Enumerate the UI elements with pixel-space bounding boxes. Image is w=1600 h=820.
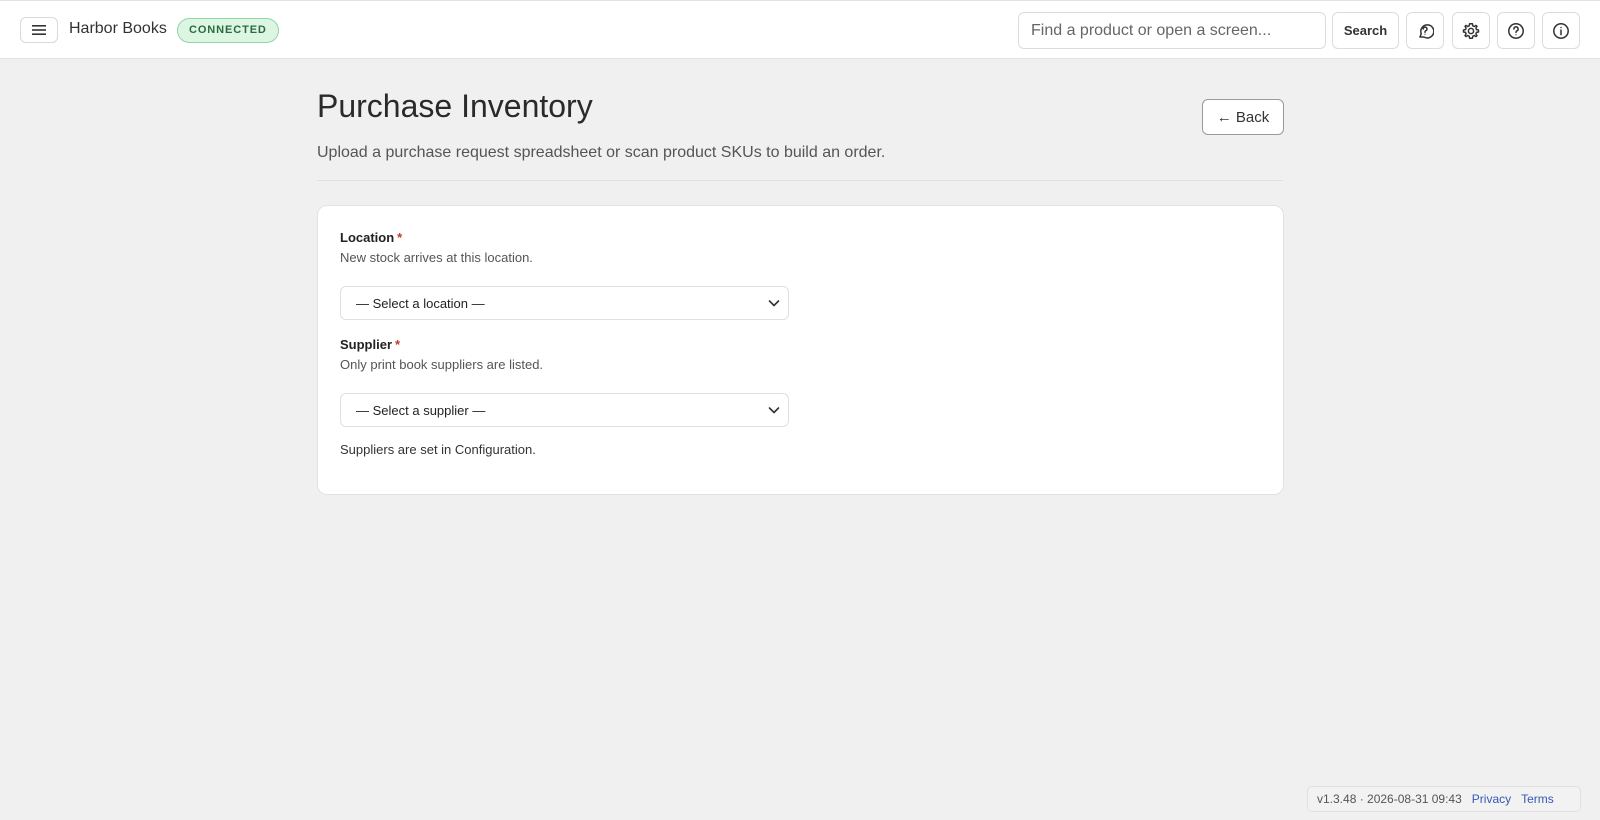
support-button[interactable]	[1406, 12, 1444, 49]
chevron-down-icon	[768, 407, 780, 414]
page-subtitle: Upload a purchase request spreadsheet or…	[317, 144, 886, 161]
search-button[interactable]: Search	[1332, 12, 1399, 49]
help-circle-icon	[1508, 22, 1524, 39]
location-select-value: — Select a location —	[356, 296, 485, 311]
info-button[interactable]	[1542, 12, 1580, 49]
help-button[interactable]	[1497, 12, 1535, 49]
location-label: Location *	[340, 230, 402, 245]
settings-button[interactable]	[1452, 12, 1490, 49]
back-button[interactable]: ← Back	[1202, 99, 1284, 135]
page-title: Purchase Inventory	[317, 88, 593, 124]
version-info: v1.3.48 · 2026-08-31 09:43	[1317, 792, 1462, 806]
app-name: Harbor Books	[69, 20, 167, 37]
chevron-down-icon	[768, 300, 780, 307]
configuration-note: Suppliers are set in Configuration.	[340, 442, 536, 457]
supplier-required-mark: *	[395, 337, 401, 352]
privacy-link[interactable]: Privacy	[1472, 792, 1511, 806]
supplier-select-value: — Select a supplier —	[356, 403, 486, 418]
supplier-select[interactable]: — Select a supplier —	[340, 393, 789, 427]
supplier-label-text: Supplier	[340, 337, 393, 352]
menu-button[interactable]	[20, 17, 58, 43]
info-circle-icon	[1553, 22, 1569, 39]
supplier-label: Supplier *	[340, 337, 400, 352]
supplier-help: Only print book suppliers are listed.	[340, 357, 544, 372]
support-chat-icon	[1419, 23, 1434, 39]
location-select[interactable]: — Select a location —	[340, 286, 789, 320]
terms-link[interactable]: Terms	[1521, 792, 1554, 806]
footer: v1.3.48 · 2026-08-31 09:43 Privacy Terms	[1307, 786, 1581, 812]
top-bar: Harbor Books CONNECTED Search	[0, 0, 1600, 59]
location-label-text: Location	[340, 230, 395, 245]
purchase-form-card: Location * New stock arrives at this loca…	[317, 205, 1284, 495]
location-help: New stock arrives at this location.	[340, 250, 533, 265]
location-required-mark: *	[397, 230, 403, 245]
header-divider	[317, 180, 1283, 181]
hamburger-menu-icon	[32, 25, 46, 35]
search-input[interactable]	[1018, 12, 1326, 49]
gear-icon	[1462, 22, 1480, 39]
connection-status-badge: CONNECTED	[177, 18, 279, 43]
